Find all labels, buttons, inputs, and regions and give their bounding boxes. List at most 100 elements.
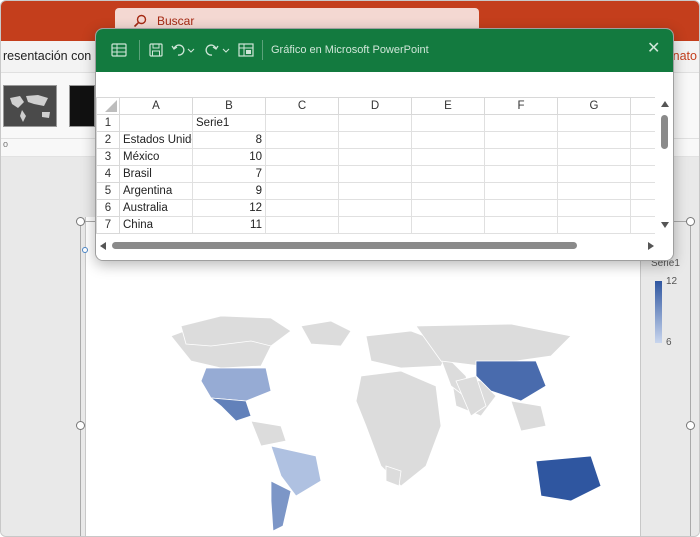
ribbon-format-tab[interactable]: nato	[673, 49, 697, 63]
cell[interactable]	[411, 148, 485, 166]
column-header[interactable]: D	[338, 97, 412, 115]
map-country-argentina[interactable]	[270, 480, 292, 532]
scroll-down-icon[interactable]	[660, 221, 670, 229]
redo-icon[interactable]	[204, 42, 220, 58]
resize-handle[interactable]	[76, 421, 85, 430]
cell[interactable]	[484, 114, 558, 132]
cell[interactable]	[557, 216, 631, 234]
cell[interactable]	[484, 216, 558, 234]
world-map-chart[interactable]	[151, 301, 611, 537]
map-country-region[interactable]	[180, 315, 292, 347]
cell[interactable]	[265, 165, 339, 183]
ribbon-tab-text[interactable]: resentación con c	[3, 49, 101, 63]
cell[interactable]	[338, 199, 412, 217]
scroll-up-icon[interactable]	[660, 100, 670, 108]
cell[interactable]	[265, 148, 339, 166]
cell-b[interactable]: 11	[192, 216, 266, 234]
cell-a[interactable]: Estados Unidos	[119, 131, 193, 149]
cell[interactable]	[265, 131, 339, 149]
redo-dropdown-icon[interactable]	[222, 42, 230, 58]
row-header[interactable]: 4	[96, 165, 120, 183]
row-header[interactable]: 3	[96, 148, 120, 166]
column-header[interactable]: C	[265, 97, 339, 115]
map-country-australia[interactable]	[535, 455, 602, 502]
row-header[interactable]: 7	[96, 216, 120, 234]
cell[interactable]	[265, 199, 339, 217]
cell[interactable]	[557, 199, 631, 217]
gallery-thumbnail[interactable]	[3, 85, 57, 127]
cell-a[interactable]: Australia	[119, 199, 193, 217]
map-country-méxico[interactable]	[209, 397, 252, 422]
plot-area-handle[interactable]	[82, 247, 88, 253]
cell-b[interactable]: 7	[192, 165, 266, 183]
cell-b[interactable]: 9	[192, 182, 266, 200]
map-country-region[interactable]	[510, 400, 547, 432]
formula-area	[96, 72, 673, 97]
column-header[interactable]: A	[119, 97, 193, 115]
cell[interactable]	[338, 182, 412, 200]
cell[interactable]	[265, 216, 339, 234]
column-header[interactable]: B	[192, 97, 266, 115]
cell[interactable]	[338, 216, 412, 234]
cell[interactable]	[338, 131, 412, 149]
cell[interactable]	[411, 114, 485, 132]
cell-a[interactable]: México	[119, 148, 193, 166]
cell[interactable]	[484, 182, 558, 200]
column-header[interactable]: F	[484, 97, 558, 115]
undo-icon[interactable]	[170, 42, 186, 58]
undo-dropdown-icon[interactable]	[187, 42, 195, 58]
resize-handle[interactable]	[686, 217, 695, 226]
horizontal-scroll-thumb[interactable]	[112, 242, 577, 249]
close-icon[interactable]: ✕	[647, 41, 660, 57]
cell[interactable]	[338, 114, 412, 132]
row-header[interactable]: 2	[96, 131, 120, 149]
cell-b[interactable]: 10	[192, 148, 266, 166]
map-country-region[interactable]	[355, 370, 442, 487]
column-header[interactable]: E	[411, 97, 485, 115]
table-row: 1 Serie1	[96, 114, 673, 132]
cell[interactable]	[265, 114, 339, 132]
excel-chart-data-window[interactable]: Gráfico en Microsoft PowerPoint ✕ A B C …	[95, 28, 674, 261]
cell[interactable]	[338, 148, 412, 166]
cell-b[interactable]: 12	[192, 199, 266, 217]
resize-handle[interactable]	[76, 217, 85, 226]
cell[interactable]	[484, 131, 558, 149]
cell[interactable]	[557, 114, 631, 132]
cell[interactable]	[265, 182, 339, 200]
save-icon[interactable]	[148, 42, 164, 58]
cell-a[interactable]	[119, 114, 193, 132]
cell[interactable]	[338, 165, 412, 183]
cell-a[interactable]: Brasil	[119, 165, 193, 183]
row-header[interactable]: 6	[96, 199, 120, 217]
vertical-scroll-thumb[interactable]	[661, 115, 668, 149]
cell[interactable]	[411, 182, 485, 200]
cell[interactable]	[557, 131, 631, 149]
scroll-right-icon[interactable]	[647, 241, 655, 251]
cell-b[interactable]: 8	[192, 131, 266, 149]
cell[interactable]	[411, 199, 485, 217]
cell[interactable]	[411, 216, 485, 234]
cell[interactable]	[484, 148, 558, 166]
gallery-thumbnail[interactable]	[69, 85, 95, 127]
map-country-region[interactable]	[300, 320, 352, 347]
cell[interactable]	[484, 165, 558, 183]
select-all-corner[interactable]	[96, 97, 120, 115]
cell-b[interactable]: Serie1	[192, 114, 266, 132]
cell[interactable]	[411, 165, 485, 183]
row-header[interactable]: 1	[96, 114, 120, 132]
map-country-region[interactable]	[250, 420, 287, 447]
cell-a[interactable]: China	[119, 216, 193, 234]
cell[interactable]	[484, 199, 558, 217]
cell[interactable]	[557, 182, 631, 200]
resize-handle[interactable]	[686, 421, 695, 430]
column-header[interactable]: G	[557, 97, 631, 115]
cell-a[interactable]: Argentina	[119, 182, 193, 200]
scroll-left-icon[interactable]	[99, 241, 107, 251]
toolbar-separator	[262, 40, 263, 60]
cell[interactable]	[557, 148, 631, 166]
row-header[interactable]: 5	[96, 182, 120, 200]
map-country-estados-unidos[interactable]	[200, 367, 272, 402]
cell[interactable]	[557, 165, 631, 183]
cell[interactable]	[411, 131, 485, 149]
edit-data-in-excel-icon[interactable]	[238, 42, 254, 58]
